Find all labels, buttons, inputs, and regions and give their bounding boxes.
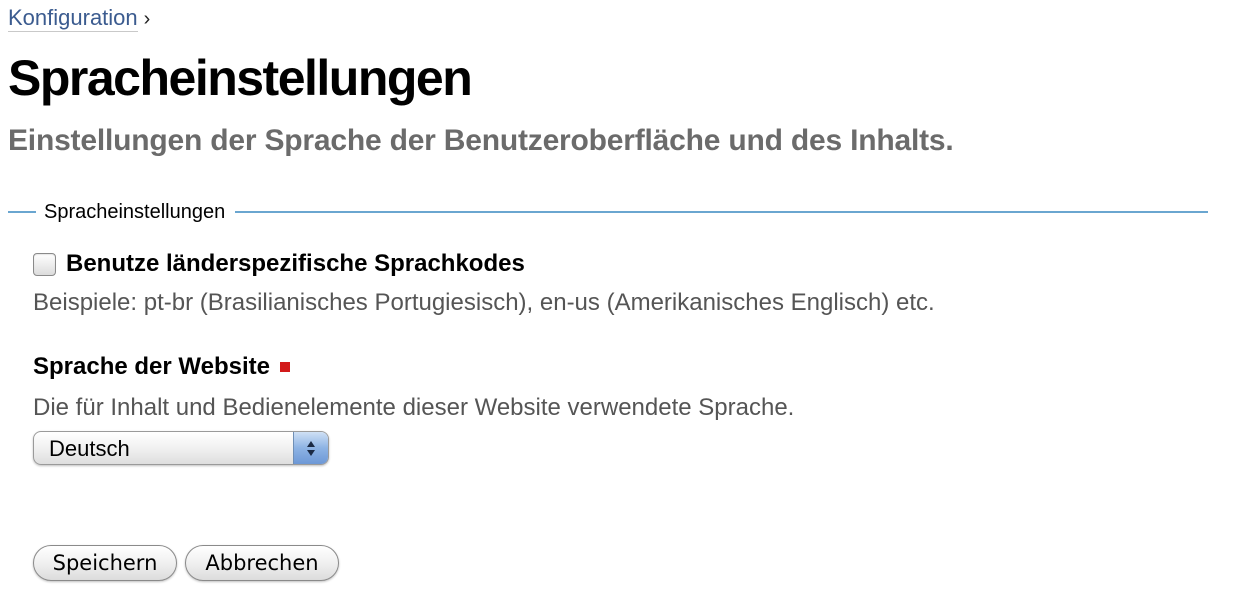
chevron-up-icon (307, 440, 315, 447)
breadcrumb-separator: › (143, 8, 151, 30)
country-codes-hint: Beispiele: pt-br (Brasilianisches Portug… (33, 289, 935, 316)
save-button[interactable]: Speichern (33, 545, 177, 581)
breadcrumb-link-konfiguration[interactable]: Konfiguration (8, 5, 138, 32)
country-codes-option[interactable]: Benutze länderspezifische Sprachkodes (33, 250, 525, 278)
required-marker-icon (279, 362, 290, 372)
site-language-selected-value: Deutsch (49, 436, 130, 461)
country-codes-checkbox[interactable] (33, 252, 56, 276)
site-language-hint: Die für Inhalt und Bedienelemente dieser… (33, 394, 795, 421)
breadcrumb: Konfiguration › (8, 4, 150, 33)
page-title: Spracheinstellungen (8, 50, 473, 106)
site-language-label: Sprache der Website (33, 353, 290, 381)
fieldset-legend: Spracheinstellungen (36, 200, 236, 224)
page-subtitle: Einstellungen der Sprache der Benutzerob… (8, 124, 954, 157)
chevron-down-icon (307, 449, 315, 456)
site-language-select[interactable]: Deutsch (33, 431, 329, 465)
cancel-button[interactable]: Abbrechen (185, 545, 339, 581)
site-language-label-text: Sprache der Website (33, 353, 270, 380)
select-stepper-icon[interactable] (293, 432, 328, 464)
country-codes-label[interactable]: Benutze länderspezifische Sprachkodes (66, 250, 525, 278)
language-settings-page: Konfiguration › Spracheinstellungen Einst… (0, 0, 1234, 611)
